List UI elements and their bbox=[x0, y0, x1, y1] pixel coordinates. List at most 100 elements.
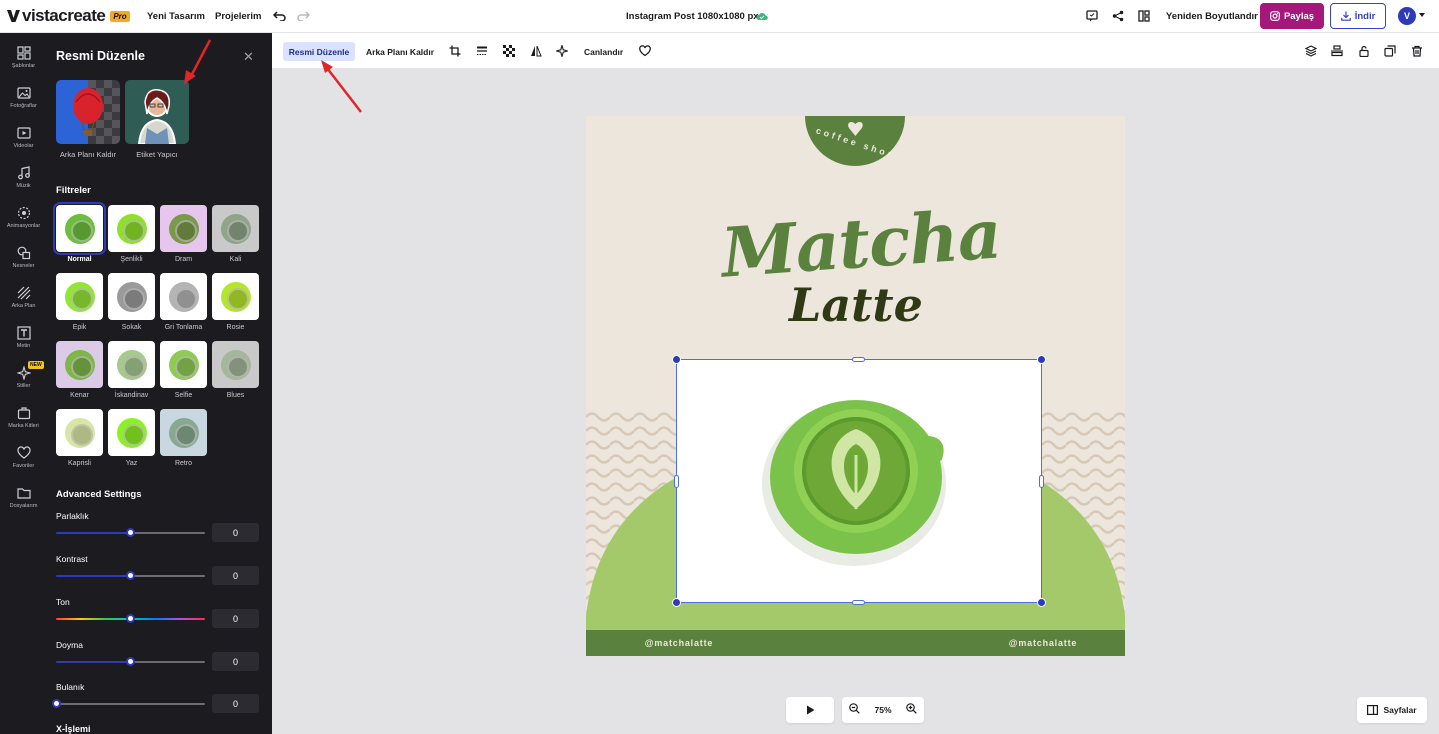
title-latte[interactable]: Latte bbox=[766, 278, 946, 332]
document-title[interactable]: Instagram Post 1080x1080 px bbox=[626, 11, 759, 22]
edit-image-button[interactable]: Resmi Düzenle bbox=[283, 42, 355, 61]
filter-label: Blues bbox=[226, 392, 245, 399]
rail-item-favorites[interactable]: Favoriler bbox=[0, 444, 47, 482]
filter-tile[interactable] bbox=[160, 205, 207, 252]
duplicate-icon[interactable] bbox=[1383, 44, 1397, 58]
resize-handle[interactable] bbox=[1037, 355, 1046, 364]
resize-handle[interactable] bbox=[672, 355, 681, 364]
animate-button[interactable]: Canlandır bbox=[584, 47, 623, 57]
filter-tile[interactable] bbox=[56, 409, 103, 456]
videos-icon bbox=[16, 127, 31, 139]
sticker-maker-tool[interactable] bbox=[125, 80, 189, 144]
context-toolbar: Resmi Düzenle Arka Planı Kaldır Canlandı… bbox=[272, 33, 1439, 69]
slider-value-input[interactable]: 0 bbox=[212, 523, 259, 542]
rail-item-brand-kit[interactable]: Marka Kitleri bbox=[0, 404, 47, 442]
user-avatar[interactable]: V bbox=[1398, 7, 1416, 25]
filter-preview-icon bbox=[116, 417, 147, 448]
share-network-icon[interactable] bbox=[1111, 9, 1125, 23]
filter-preview-icon bbox=[64, 417, 95, 448]
filter-preview-icon bbox=[220, 349, 251, 380]
slider-value-input[interactable]: 0 bbox=[212, 652, 259, 671]
slider-track[interactable] bbox=[56, 703, 205, 705]
resize-handle[interactable] bbox=[1037, 598, 1046, 607]
resize-button[interactable]: Yeniden Boyutlandır bbox=[1166, 11, 1258, 22]
zoom-in-icon[interactable] bbox=[906, 701, 917, 719]
play-button[interactable] bbox=[786, 697, 834, 723]
rail-label: Animasyonlar bbox=[6, 223, 41, 229]
share-button[interactable]: Paylaş bbox=[1260, 3, 1324, 29]
flip-icon[interactable] bbox=[529, 44, 543, 58]
slider-knob[interactable] bbox=[126, 614, 135, 623]
rail-item-music[interactable]: Müzik bbox=[0, 164, 47, 202]
slider-knob[interactable] bbox=[126, 657, 135, 666]
filter-tile[interactable] bbox=[212, 341, 259, 388]
new-design-link[interactable]: Yeni Tasarım bbox=[147, 11, 205, 22]
selection-box[interactable] bbox=[676, 359, 1042, 603]
pages-button[interactable]: Sayfalar bbox=[1357, 697, 1427, 723]
filter-tile[interactable] bbox=[160, 341, 207, 388]
remove-background-tool[interactable] bbox=[56, 80, 120, 144]
align-icon[interactable] bbox=[1330, 44, 1344, 58]
filter-tile[interactable] bbox=[160, 409, 207, 456]
side-handle[interactable] bbox=[852, 600, 865, 605]
filter-preview-icon bbox=[64, 349, 95, 380]
slider-value-input[interactable]: 0 bbox=[212, 694, 259, 713]
magic-sparkle-icon[interactable] bbox=[555, 44, 569, 58]
slider-knob[interactable] bbox=[51, 699, 61, 708]
filter-tile[interactable] bbox=[108, 409, 155, 456]
projects-link[interactable]: Projelerim bbox=[215, 11, 261, 22]
left-rail: Şablonlar Fotoğraflar Videolar Müzik Ani… bbox=[0, 33, 47, 734]
lock-icon[interactable] bbox=[1357, 44, 1371, 58]
zoom-level[interactable]: 75% bbox=[874, 705, 891, 715]
redo-icon[interactable] bbox=[295, 9, 311, 23]
handle-left[interactable]: @matchalatte bbox=[624, 638, 734, 648]
line-style-icon[interactable] bbox=[475, 44, 489, 58]
filter-tile[interactable] bbox=[108, 341, 155, 388]
rail-item-my-files[interactable]: Dosyalarım bbox=[0, 484, 47, 522]
download-button[interactable]: İndir bbox=[1330, 3, 1386, 29]
rail-item-photos[interactable]: Fotoğraflar bbox=[0, 84, 47, 122]
close-icon[interactable]: ✕ bbox=[243, 49, 254, 65]
favorite-heart-icon[interactable] bbox=[638, 44, 652, 58]
chevron-down-icon[interactable] bbox=[1419, 13, 1425, 17]
resize-handle[interactable] bbox=[672, 598, 681, 607]
crop-icon[interactable] bbox=[448, 44, 462, 58]
zoom-out-icon[interactable] bbox=[849, 701, 860, 719]
slider-value-input[interactable]: 0 bbox=[212, 566, 259, 585]
filter-tile[interactable] bbox=[212, 205, 259, 252]
filter-tile[interactable] bbox=[53, 202, 106, 255]
rail-item-background[interactable]: Arka Plan bbox=[0, 284, 47, 322]
slider-value-input[interactable]: 0 bbox=[212, 609, 259, 628]
vistacreate-logo[interactable]: vistacreate Pro bbox=[7, 6, 130, 26]
transparency-icon[interactable] bbox=[502, 44, 516, 58]
layers-icon[interactable] bbox=[1304, 44, 1318, 58]
filter-tile[interactable] bbox=[212, 273, 259, 320]
rail-item-objects[interactable]: Nesneler bbox=[0, 244, 47, 282]
slider-knob[interactable] bbox=[126, 528, 135, 537]
filter-label: Kenar bbox=[70, 392, 89, 399]
rail-item-videos[interactable]: Videolar bbox=[0, 124, 47, 162]
handle-right[interactable]: @matchalatte bbox=[988, 638, 1098, 648]
resize-layout-icon[interactable] bbox=[1137, 9, 1151, 23]
remove-background-button[interactable]: Arka Planı Kaldır bbox=[366, 47, 434, 57]
rail-item-styles[interactable]: NEW Stiller bbox=[0, 361, 47, 402]
photos-icon bbox=[16, 87, 31, 99]
side-handle[interactable] bbox=[1039, 475, 1044, 488]
side-handle[interactable] bbox=[852, 357, 865, 362]
filter-tile[interactable] bbox=[160, 273, 207, 320]
slider-knob[interactable] bbox=[126, 571, 135, 580]
filter-tile[interactable] bbox=[56, 273, 103, 320]
comment-icon[interactable] bbox=[1085, 9, 1099, 23]
heart-icon bbox=[16, 446, 31, 459]
rail-item-text[interactable]: Metin bbox=[0, 324, 47, 362]
rail-label: Metin bbox=[16, 343, 31, 349]
trash-icon[interactable] bbox=[1410, 44, 1424, 58]
rail-item-templates[interactable]: Şablonlar bbox=[0, 44, 47, 82]
side-handle[interactable] bbox=[674, 475, 679, 488]
undo-icon[interactable] bbox=[271, 9, 287, 23]
filter-tile[interactable] bbox=[56, 341, 103, 388]
rail-item-animations[interactable]: Animasyonlar bbox=[0, 204, 47, 242]
filter-tile[interactable] bbox=[108, 205, 155, 252]
filter-tile[interactable] bbox=[108, 273, 155, 320]
cloud-saved-icon bbox=[756, 10, 768, 22]
